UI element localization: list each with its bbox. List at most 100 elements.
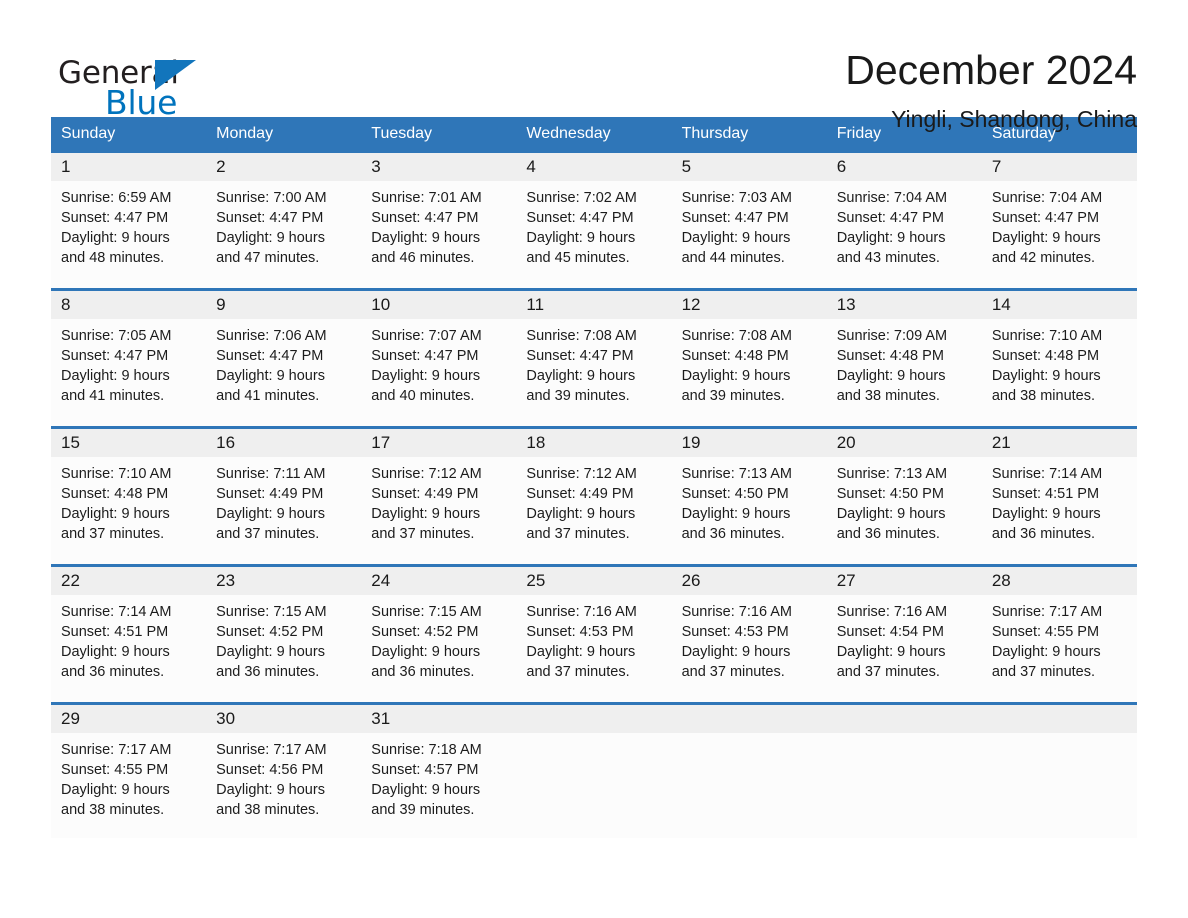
daylight-text-line2: and 37 minutes. [526,664,630,680]
day-number[interactable]: 30 [206,705,362,733]
day-cell[interactable]: Sunrise: 7:17 AM Sunset: 4:55 PM Dayligh… [981,595,1137,702]
day-cell[interactable]: Sunrise: 7:02 AM Sunset: 4:47 PM Dayligh… [516,181,672,288]
day-number[interactable]: 5 [671,153,827,181]
day-number[interactable]: 4 [516,153,672,181]
day-number[interactable]: 16 [206,429,362,457]
day-number[interactable]: 20 [826,429,982,457]
day-number[interactable]: 28 [981,567,1137,595]
daylight-text-line2: and 36 minutes. [991,526,1096,542]
sunset-text: Sunset: 4:47 PM [371,210,479,226]
sunset-text: Sunset: 4:48 PM [681,348,789,364]
daylight-text-line1: Daylight: 9 hours [991,230,1101,246]
day-number[interactable]: 27 [826,567,982,595]
day-number[interactable]: 29 [51,705,207,733]
day-cell[interactable]: Sunrise: 7:07 AM Sunset: 4:47 PM Dayligh… [361,319,517,426]
sunrise-text: Sunrise: 7:04 AM [991,190,1103,206]
day-cell[interactable]: Sunrise: 7:06 AM Sunset: 4:47 PM Dayligh… [206,319,362,426]
daylight-text-line2: and 39 minutes. [681,388,785,404]
day-number[interactable]: 2 [206,153,362,181]
sunset-text: Sunset: 4:48 PM [991,348,1100,364]
sunrise-text: Sunrise: 7:06 AM [216,328,327,344]
day-number[interactable]: 26 [671,567,827,595]
day-cell[interactable]: Sunrise: 7:11 AM Sunset: 4:49 PM Dayligh… [206,457,362,564]
day-number[interactable]: 3 [361,153,517,181]
day-number[interactable]: 18 [516,429,672,457]
sunrise-text: Sunrise: 7:10 AM [991,328,1103,344]
sunset-text: Sunset: 4:55 PM [991,624,1100,640]
daylight-text-line2: and 41 minutes. [61,388,165,404]
day-cell[interactable]: Sunrise: 7:05 AM Sunset: 4:47 PM Dayligh… [51,319,207,426]
sunrise-text: Sunrise: 7:12 AM [526,466,637,482]
day-number[interactable]: 11 [516,291,672,319]
day-number[interactable]: 7 [981,153,1137,181]
sunrise-text: Sunrise: 7:13 AM [681,466,792,482]
calendar-week-row: 15 16 17 18 19 20 21 Sunrise: 7:10 AM Su… [51,426,1137,564]
day-cell[interactable]: Sunrise: 7:15 AM Sunset: 4:52 PM Dayligh… [361,595,517,702]
daylight-text-line2: and 36 minutes. [216,664,320,680]
day-detail-band: Sunrise: 6:59 AM Sunset: 4:47 PM Dayligh… [51,181,1137,288]
day-number[interactable]: 17 [361,429,517,457]
weekday-header-friday: Friday [836,125,882,142]
sunset-text: Sunset: 4:48 PM [836,348,944,364]
day-cell[interactable]: Sunrise: 7:17 AM Sunset: 4:56 PM Dayligh… [206,733,362,838]
day-number[interactable]: 6 [826,153,982,181]
daylight-text-line2: and 39 minutes. [371,802,475,818]
daylight-text-line2: and 37 minutes. [991,664,1096,680]
day-number[interactable]: 19 [671,429,827,457]
weekday-header-wednesday: Wednesday [526,125,611,142]
day-number[interactable]: 10 [361,291,517,319]
daylight-text-line2: and 45 minutes. [526,250,630,266]
sunrise-text: Sunrise: 7:15 AM [371,604,482,620]
daylight-text-line1: Daylight: 9 hours [61,644,170,660]
day-number[interactable]: 23 [206,567,362,595]
day-number-empty [516,705,672,733]
day-number[interactable]: 12 [671,291,827,319]
day-cell[interactable]: Sunrise: 7:03 AM Sunset: 4:47 PM Dayligh… [671,181,827,288]
day-cell[interactable]: Sunrise: 7:18 AM Sunset: 4:57 PM Dayligh… [361,733,517,838]
day-cell[interactable]: Sunrise: 7:14 AM Sunset: 4:51 PM Dayligh… [51,595,207,702]
day-number[interactable]: 24 [361,567,517,595]
day-number[interactable]: 21 [981,429,1137,457]
sunset-text: Sunset: 4:57 PM [371,762,479,778]
day-cell[interactable]: Sunrise: 7:10 AM Sunset: 4:48 PM Dayligh… [51,457,207,564]
sunrise-text: Sunrise: 7:17 AM [61,742,172,758]
daylight-text-line2: and 37 minutes. [216,526,320,542]
daylight-text-line2: and 47 minutes. [216,250,320,266]
day-cell[interactable]: Sunrise: 6:59 AM Sunset: 4:47 PM Dayligh… [51,181,207,288]
day-cell[interactable]: Sunrise: 7:00 AM Sunset: 4:47 PM Dayligh… [206,181,362,288]
sunset-text: Sunset: 4:47 PM [216,348,324,364]
day-cell[interactable]: Sunrise: 7:01 AM Sunset: 4:47 PM Dayligh… [361,181,517,288]
day-cell[interactable]: Sunrise: 7:10 AM Sunset: 4:48 PM Dayligh… [981,319,1137,426]
day-cell[interactable]: Sunrise: 7:15 AM Sunset: 4:52 PM Dayligh… [206,595,362,702]
day-cell[interactable]: Sunrise: 7:13 AM Sunset: 4:50 PM Dayligh… [826,457,982,564]
weekday-header-thursday: Thursday [681,125,749,142]
day-cell[interactable]: Sunrise: 7:12 AM Sunset: 4:49 PM Dayligh… [361,457,517,564]
sunset-text: Sunset: 4:54 PM [836,624,944,640]
day-number[interactable]: 25 [516,567,672,595]
calendar-grid: Sunday Monday Tuesday Wednesday Thursday… [51,117,1137,838]
day-cell[interactable]: Sunrise: 7:08 AM Sunset: 4:47 PM Dayligh… [516,319,672,426]
day-cell[interactable]: Sunrise: 7:13 AM Sunset: 4:50 PM Dayligh… [671,457,827,564]
day-number[interactable]: 22 [51,567,207,595]
day-number[interactable]: 8 [51,291,207,319]
day-number[interactable]: 31 [361,705,517,733]
day-cell[interactable]: Sunrise: 7:16 AM Sunset: 4:53 PM Dayligh… [671,595,827,702]
day-cell[interactable]: Sunrise: 7:14 AM Sunset: 4:51 PM Dayligh… [981,457,1137,564]
day-cell[interactable]: Sunrise: 7:04 AM Sunset: 4:47 PM Dayligh… [826,181,982,288]
weekday-header-monday: Monday [216,125,274,142]
day-cell[interactable]: Sunrise: 7:04 AM Sunset: 4:47 PM Dayligh… [981,181,1137,288]
day-cell[interactable]: Sunrise: 7:16 AM Sunset: 4:53 PM Dayligh… [516,595,672,702]
sunrise-text: Sunrise: 7:11 AM [216,466,326,482]
day-number[interactable]: 13 [826,291,982,319]
day-cell[interactable]: Sunrise: 7:16 AM Sunset: 4:54 PM Dayligh… [826,595,982,702]
day-number[interactable]: 15 [51,429,207,457]
day-cell[interactable]: Sunrise: 7:09 AM Sunset: 4:48 PM Dayligh… [826,319,982,426]
day-cell[interactable]: Sunrise: 7:08 AM Sunset: 4:48 PM Dayligh… [671,319,827,426]
day-number[interactable]: 14 [981,291,1137,319]
weekday-header-tuesday: Tuesday [371,125,433,142]
day-number[interactable]: 1 [51,153,207,181]
day-cell[interactable]: Sunrise: 7:17 AM Sunset: 4:55 PM Dayligh… [51,733,207,838]
daylight-text-line1: Daylight: 9 hours [371,644,481,660]
day-cell[interactable]: Sunrise: 7:12 AM Sunset: 4:49 PM Dayligh… [516,457,672,564]
day-number[interactable]: 9 [206,291,362,319]
